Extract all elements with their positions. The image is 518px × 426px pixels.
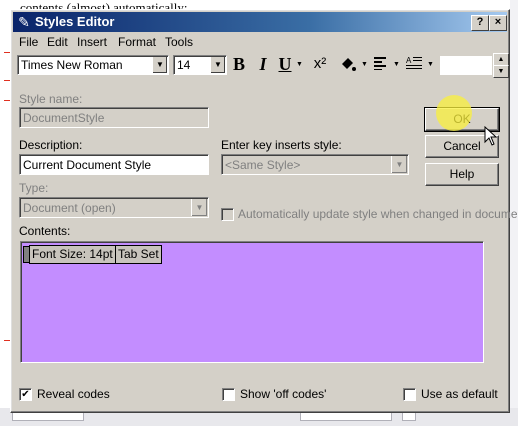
- menu-file[interactable]: File: [19, 35, 38, 49]
- use-as-default-label: Use as default: [421, 387, 498, 401]
- contents-area[interactable]: Font Size: 14pt Tab Set: [20, 241, 484, 363]
- style-name-label: Style name:: [19, 92, 83, 106]
- italic-button[interactable]: I: [255, 55, 271, 73]
- type-value: Document (open): [23, 201, 116, 215]
- click-highlight: [436, 95, 472, 131]
- highlight-color-icon[interactable]: [339, 55, 357, 73]
- scroll-down-icon[interactable]: ▼: [493, 65, 509, 78]
- chevron-down-icon: ▼: [191, 199, 207, 216]
- app-icon: ✎: [18, 14, 30, 30]
- enter-key-style-value: <Same Style>: [225, 158, 301, 172]
- chevron-down-icon[interactable]: ▼: [210, 57, 225, 73]
- contents-label: Contents:: [19, 224, 71, 238]
- bold-button[interactable]: B: [231, 55, 247, 73]
- title-bar[interactable]: ✎ Styles Editor ? ×: [13, 12, 507, 32]
- caret-down-icon[interactable]: ▼: [361, 61, 368, 68]
- caret-down-icon[interactable]: ▼: [427, 61, 434, 68]
- background-margin: [0, 0, 10, 426]
- dialog-title: Styles Editor: [35, 14, 115, 29]
- toolbar-field[interactable]: [439, 55, 493, 76]
- help-title-button[interactable]: ?: [471, 15, 489, 31]
- auto-update-checkbox: [221, 208, 234, 221]
- description-input[interactable]: Current Document Style: [19, 154, 209, 175]
- show-off-codes-label: Show 'off codes': [240, 387, 327, 401]
- type-label: Type:: [19, 181, 49, 195]
- code-tab-set[interactable]: Tab Set: [115, 245, 162, 264]
- help-button[interactable]: Help: [425, 163, 499, 186]
- enter-key-style-select: <Same Style> ▼: [221, 154, 409, 175]
- style-name-input: DocumentStyle: [19, 107, 209, 128]
- type-select: Document (open) ▼: [19, 197, 209, 218]
- line-spacing-icon[interactable]: A: [405, 55, 423, 73]
- font-size-select[interactable]: 14 ▼: [173, 55, 227, 75]
- use-as-default-checkbox[interactable]: [403, 388, 416, 401]
- menu-format[interactable]: Format: [118, 35, 156, 49]
- mouse-pointer-icon: [484, 126, 498, 146]
- chevron-down-icon: ▼: [391, 156, 407, 173]
- reveal-codes-checkbox[interactable]: ✔: [19, 388, 32, 401]
- style-name-value: DocumentStyle: [23, 111, 105, 125]
- description-label: Description:: [19, 138, 83, 152]
- menu-tools[interactable]: Tools: [165, 35, 193, 49]
- show-off-codes-checkbox[interactable]: [222, 388, 235, 401]
- code-font-size[interactable]: Font Size: 14pt: [29, 245, 116, 264]
- chevron-down-icon[interactable]: ▼: [152, 57, 167, 73]
- font-name-select[interactable]: Times New Roman ▼: [17, 55, 169, 75]
- menu-bar: File Edit Insert Format Tools: [13, 33, 507, 51]
- menu-insert[interactable]: Insert: [77, 35, 107, 49]
- font-name-value: Times New Roman: [21, 58, 123, 72]
- align-left-icon[interactable]: [373, 55, 389, 73]
- close-button[interactable]: ×: [489, 15, 507, 31]
- auto-update-label: Automatically update style when changed …: [238, 207, 518, 221]
- svg-text:A: A: [406, 56, 412, 65]
- caret-down-icon[interactable]: ▼: [393, 61, 400, 68]
- format-toolbar: Times New Roman ▼ 14 ▼ B I U ▼ x² ▼ ▼ A …: [13, 52, 509, 78]
- reveal-codes-label: Reveal codes: [37, 387, 110, 401]
- font-size-value: 14: [177, 58, 191, 72]
- menu-edit[interactable]: Edit: [47, 35, 68, 49]
- superscript-button[interactable]: x²: [309, 55, 331, 73]
- underline-button[interactable]: U: [277, 55, 293, 73]
- enter-key-style-label: Enter key inserts style:: [221, 138, 342, 152]
- caret-down-icon[interactable]: ▼: [296, 61, 303, 68]
- description-value: Current Document Style: [23, 158, 152, 172]
